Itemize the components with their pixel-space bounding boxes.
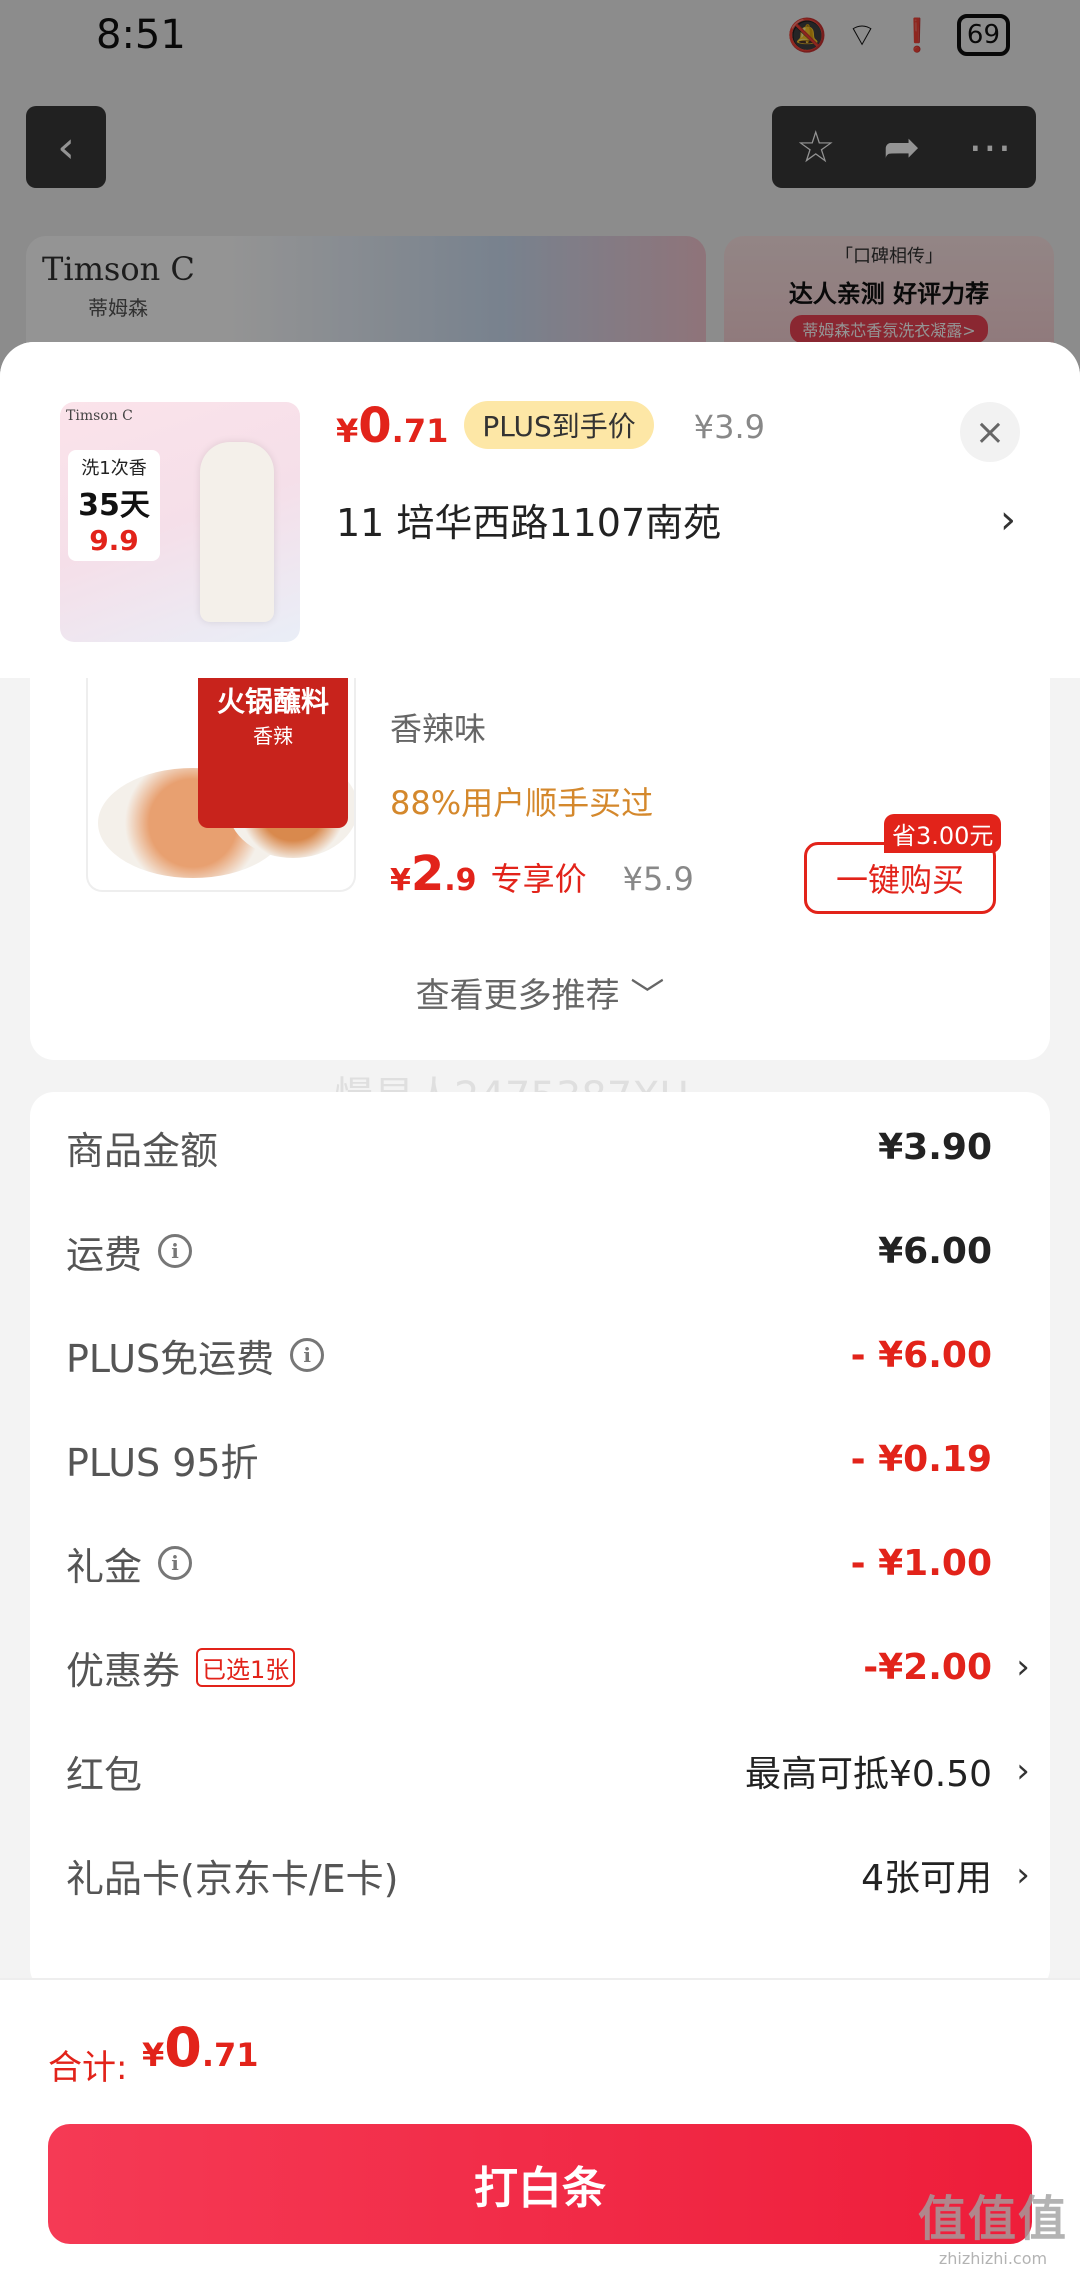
sheet-header: Timson C 洗1次香 35天 9.9 ¥ 0 .71 PLUS到手价 ¥3… (0, 342, 1080, 678)
bottle-graphic (200, 442, 274, 622)
rec-price-integer: 2 (410, 846, 445, 902)
more-recommend-link[interactable]: 查看更多推荐 ﹀ (30, 968, 1050, 1017)
sauce-pack-graphic: 火锅蘸料 香辣 (198, 678, 348, 828)
recommend-product-image[interactable]: 火锅蘸料 香辣 (86, 678, 356, 892)
chevron-right-icon: › (1016, 1855, 1030, 1895)
product-image-line2: 35天 (78, 488, 150, 523)
site-watermark-big: 值值值 (917, 2191, 1068, 2247)
info-icon[interactable]: i (158, 1546, 193, 1580)
close-button[interactable]: × (960, 402, 1020, 462)
plus-price-badge: PLUS到手价 (464, 401, 654, 449)
price-decimal: .71 (391, 412, 449, 450)
cost-row-coupon[interactable]: 优惠券 已选1张 -¥2.00 › (66, 1632, 1034, 1702)
recommend-price-row: ¥ 2 .9 专享价 ¥5.9 (390, 846, 694, 902)
rec-original-price: ¥5.9 (622, 860, 694, 898)
coupon-value: -¥2.00 (863, 1646, 992, 1688)
address-text: 11 培华西路1107南苑 (336, 501, 722, 545)
rec-price-decimal: .9 (444, 863, 477, 898)
cost-row-plus-discount: PLUS 95折 - ¥0.19 (66, 1424, 1034, 1494)
cost-row-gift-money: 礼金 i - ¥1.00 (66, 1528, 1034, 1598)
recommend-card: 火锅蘸料 香辣 香辣味 88%用户顺手买过 ¥ 2 .9 专享价 ¥5.9 一键… (30, 678, 1050, 1060)
price-integer: 0 (358, 398, 392, 454)
chevron-right-icon: › (1000, 496, 1016, 543)
plus-discount-value: - ¥0.19 (850, 1438, 992, 1480)
gift-money-label: 礼金 (66, 1544, 143, 1589)
save-tag: 省3.00元 (884, 814, 1002, 853)
pay-area: 打白条 值值值 zhizhizhi.com (0, 2110, 1080, 2280)
total-integer: 0 (164, 2016, 202, 2079)
info-icon[interactable]: i (158, 1234, 193, 1268)
original-price: ¥3.9 (693, 408, 765, 446)
red-packet-value: 最高可抵¥0.50 (744, 1754, 992, 1795)
red-packet-label: 红包 (66, 1752, 143, 1797)
pack-title: 火锅蘸料 (216, 685, 329, 718)
shipping-label: 运费 (66, 1232, 143, 1277)
plus-free-shipping-value: - ¥6.00 (850, 1334, 992, 1376)
coupon-label: 优惠券 (66, 1648, 181, 1693)
coupon-selected-tag: 已选1张 (196, 1647, 296, 1687)
address-row[interactable]: 11 培华西路1107南苑 › (336, 492, 1016, 547)
plus-free-shipping-label: PLUS免运费 (66, 1336, 275, 1381)
product-price-row: ¥ 0 .71 PLUS到手价 ¥3.9 (336, 398, 765, 455)
chevron-right-icon: › (1016, 1751, 1030, 1791)
total-decimal: .71 (201, 2036, 259, 2074)
cost-breakdown-card: 商品金额 ¥3.90 运费 i ¥6.00 PLUS免运费 i - ¥6.00 PL… (30, 1092, 1050, 1992)
plus-discount-label: PLUS 95折 (66, 1440, 259, 1485)
product-image-price: 9.9 (89, 524, 139, 557)
total-amount: ¥ 0 .71 (142, 2016, 259, 2079)
total-bar: 合计: ¥ 0 .71 (0, 1978, 1080, 2110)
product-image-label: 洗1次香 35天 9.9 (68, 450, 160, 561)
gift-card-value: 4张可用 (861, 1858, 992, 1899)
info-icon[interactable]: i (290, 1338, 325, 1372)
recommend-flavor: 香辣味 (390, 710, 487, 748)
cost-row-red-packet[interactable]: 红包 最高可抵¥0.50 › (66, 1736, 1034, 1806)
price-symbol: ¥ (336, 412, 359, 450)
total-symbol: ¥ (142, 2036, 165, 2074)
site-watermark-small: zhizhizhi.com (938, 2249, 1048, 2268)
rec-price-label: 专享价 (490, 860, 587, 898)
goods-label: 商品金额 (66, 1128, 219, 1173)
total-label: 合计: (48, 2048, 128, 2088)
product-image-brand: Timson C (66, 408, 133, 424)
cost-row-goods: 商品金额 ¥3.90 (66, 1112, 1034, 1182)
pack-sub: 香辣 (253, 724, 293, 748)
product-image: Timson C 洗1次香 35天 9.9 (60, 402, 300, 642)
recommend-bought-text: 88%用户顺手买过 (390, 784, 654, 822)
cost-row-plus-free-shipping: PLUS免运费 i - ¥6.00 (66, 1320, 1034, 1390)
chevron-right-icon: › (1016, 1647, 1030, 1687)
gift-card-label: 礼品卡(京东卡/E卡) (66, 1856, 399, 1901)
shipping-value: ¥6.00 (878, 1230, 992, 1272)
cost-row-shipping: 运费 i ¥6.00 (66, 1216, 1034, 1286)
site-watermark: 值值值 zhizhizhi.com (918, 2179, 1068, 2268)
rec-price-symbol: ¥ (390, 863, 411, 898)
close-icon: × (974, 411, 1006, 453)
gift-money-value: - ¥1.00 (850, 1542, 992, 1584)
pay-button[interactable]: 打白条 (48, 2124, 1032, 2244)
product-image-line1: 洗1次香 (81, 458, 147, 479)
cost-row-gift-card[interactable]: 礼品卡(京东卡/E卡) 4张可用 › (66, 1840, 1034, 1910)
goods-value: ¥3.90 (878, 1126, 992, 1168)
